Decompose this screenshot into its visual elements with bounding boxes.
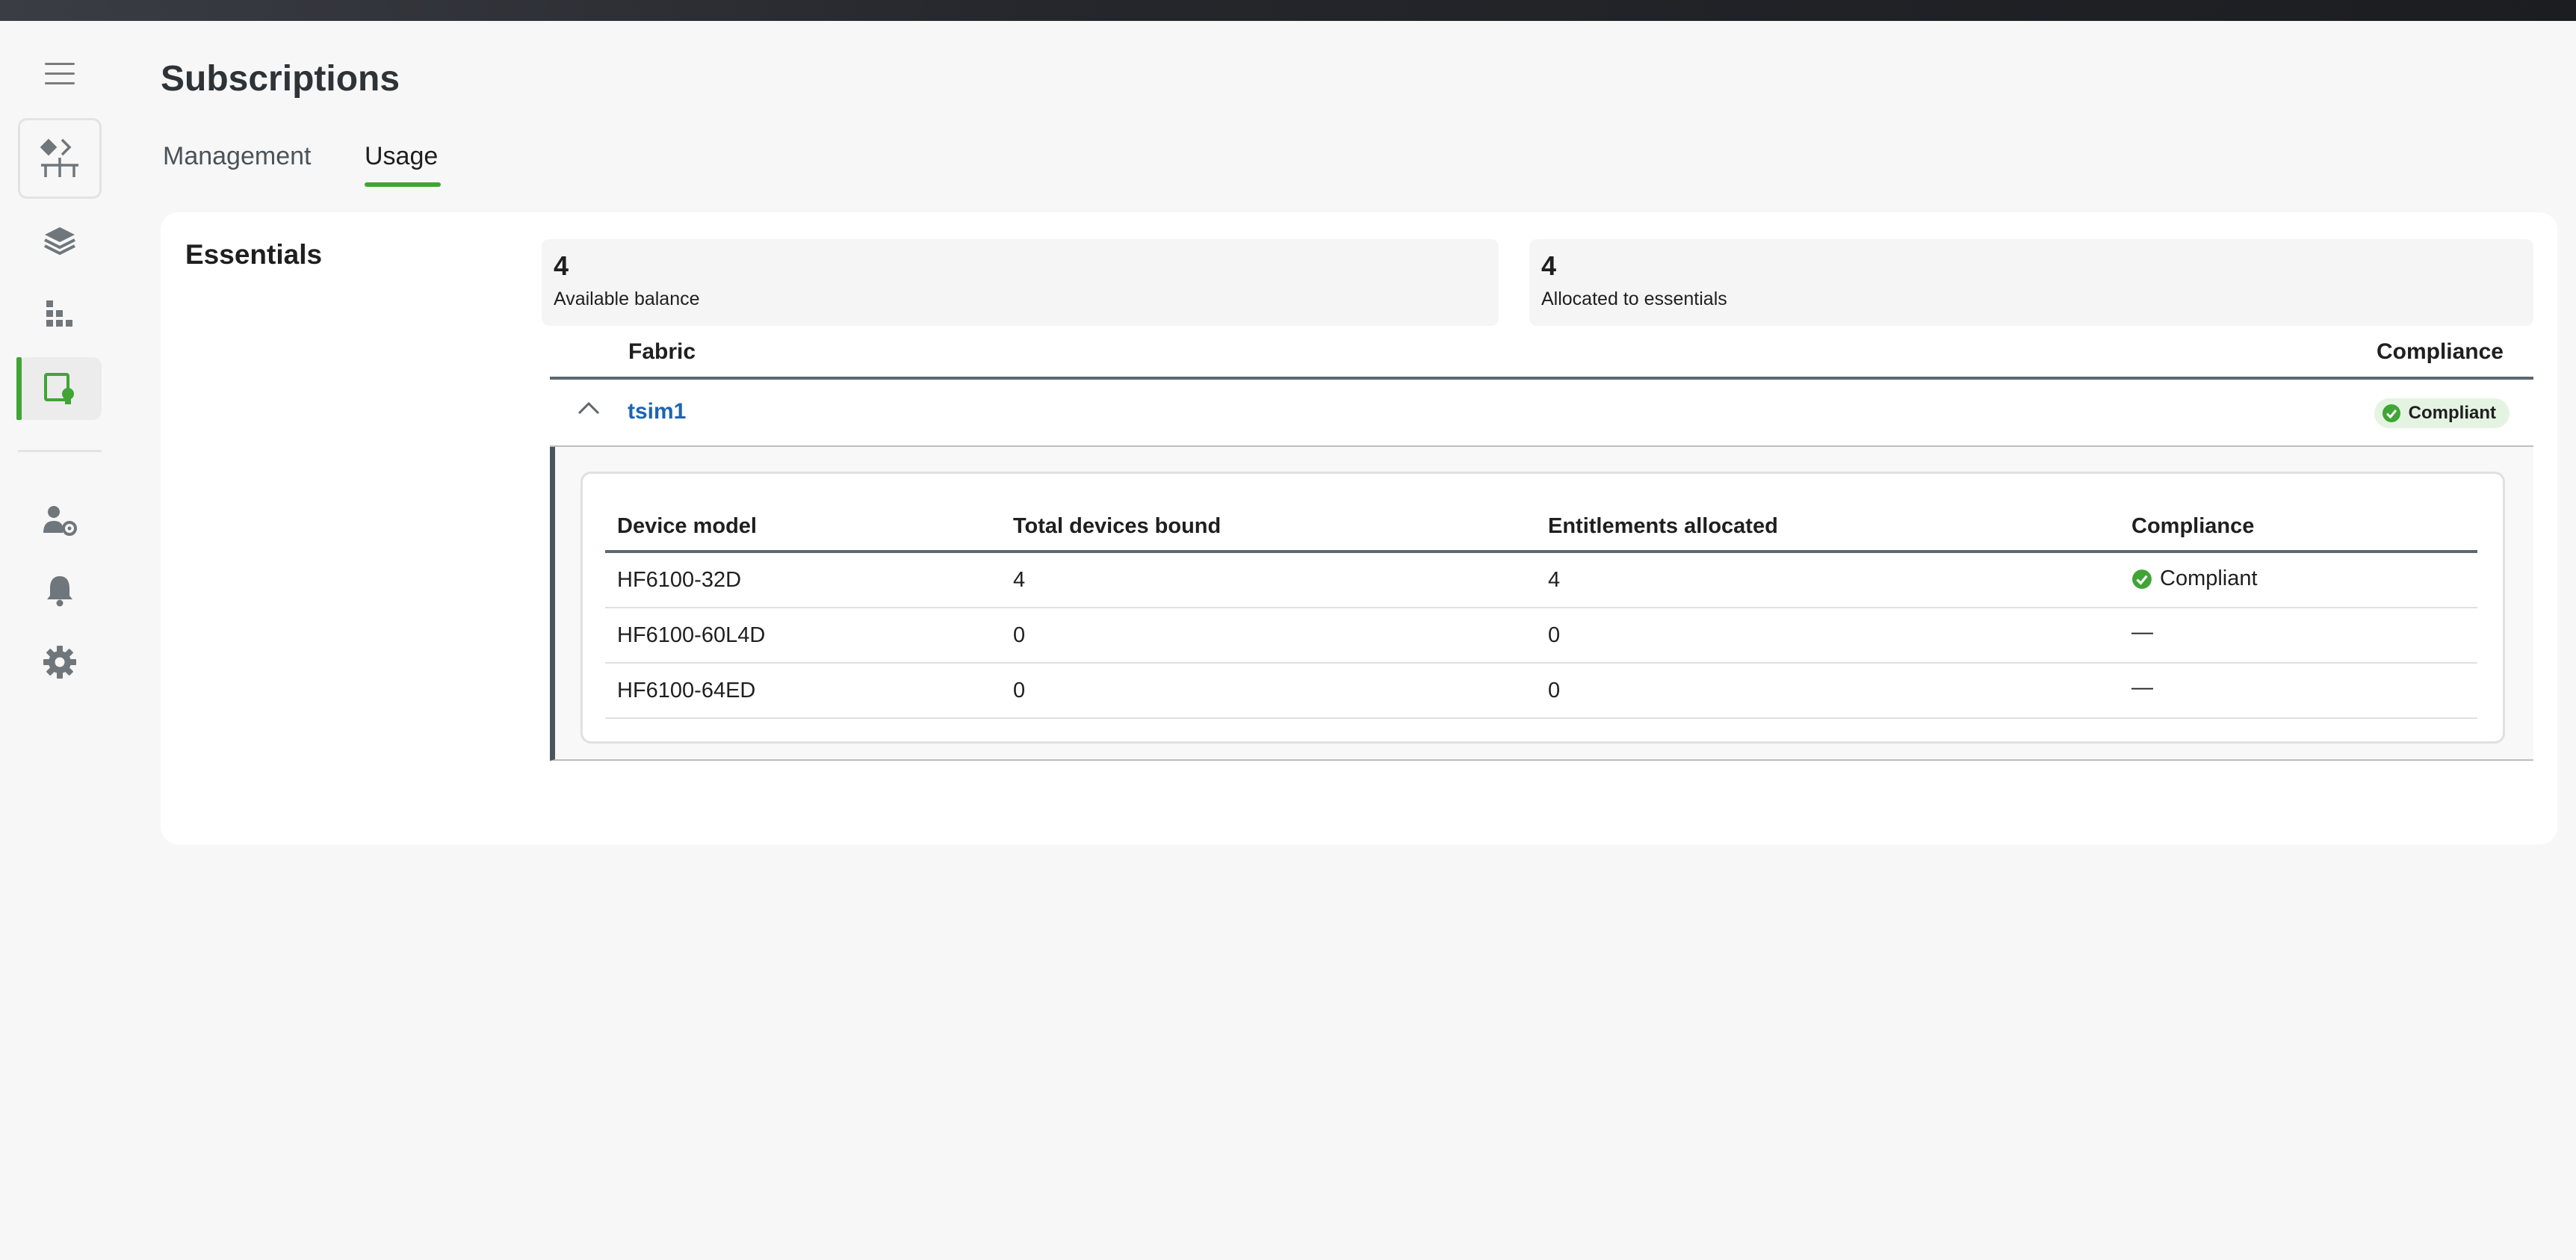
fabric-column-header: Fabric	[628, 339, 696, 364]
total-devices-cell: 0	[1013, 623, 1026, 647]
bell-icon	[45, 574, 75, 607]
device-model-header: Device model	[617, 514, 757, 538]
chevron-up-icon[interactable]	[577, 401, 601, 416]
compliance-cell: —	[2131, 676, 2153, 700]
allocated-value: 4	[1541, 250, 1557, 281]
total-devices-cell: 0	[1013, 679, 1026, 702]
entitlements-cell: 0	[1548, 623, 1561, 647]
top-bar	[0, 0, 2576, 21]
available-balance-value: 4	[554, 250, 569, 281]
gear-icon	[43, 645, 77, 679]
tab-active-underline	[365, 182, 441, 187]
fabric-row: tsim1 Compliant	[550, 380, 2533, 447]
compliance-badge-label: Compliant	[2408, 403, 2496, 423]
sidebar-item-inventory[interactable]	[18, 282, 102, 345]
fabric-table-header: Fabric Compliance	[550, 332, 2533, 380]
grid-blocks-icon	[45, 299, 75, 329]
tab-management[interactable]: Management	[163, 142, 311, 171]
compliance-badge: Compliant	[2374, 398, 2510, 428]
check-circle-icon	[2382, 404, 2401, 423]
sidebar-item-fabrics[interactable]	[18, 118, 102, 199]
hamburger-menu-icon[interactable]	[45, 63, 75, 87]
fabric-expanded-panel: Device model Total devices bound Entitle…	[550, 447, 2533, 761]
sidebar-item-user-settings[interactable]	[18, 489, 102, 552]
allocated-label: Allocated to essentials	[1541, 288, 1727, 309]
layers-icon	[43, 226, 76, 256]
sidebar-item-subscriptions[interactable]	[18, 357, 102, 420]
compliance-text: Compliant	[2160, 566, 2258, 590]
device-table-container: Device model Total devices bound Entitle…	[580, 472, 2505, 744]
fabric-topology-icon	[38, 137, 81, 180]
total-devices-header: Total devices bound	[1013, 514, 1222, 538]
sidebar-item-layers[interactable]	[18, 209, 102, 272]
entitlements-cell: 4	[1548, 568, 1561, 592]
available-balance-stat: 4 Available balance	[542, 239, 1499, 326]
sidebar-item-settings[interactable]	[18, 631, 102, 694]
active-indicator	[16, 357, 22, 420]
total-devices-cell: 4	[1013, 568, 1026, 592]
essentials-title: Essentials	[185, 239, 323, 270]
subscription-certificate-icon	[43, 372, 76, 405]
device-table-header: Device model Total devices bound Entitle…	[605, 504, 2477, 553]
check-circle-icon	[2131, 569, 2152, 590]
page-title: Subscriptions	[161, 59, 400, 99]
essentials-card: Essentials 4 Available balance 4 Allocat…	[161, 212, 2557, 844]
allocated-stat: 4 Allocated to essentials	[1529, 239, 2533, 326]
device-compliance-header: Compliance	[2131, 514, 2255, 538]
device-model-cell: HF6100-60L4D	[617, 623, 766, 647]
tab-usage[interactable]: Usage	[365, 142, 438, 171]
table-row: HF6100-64ED 0 0 —	[605, 664, 2477, 719]
device-model-cell: HF6100-64ED	[617, 679, 756, 702]
compliance-cell: Compliant	[2131, 566, 2258, 591]
compliance-column-header: Compliance	[2376, 339, 2504, 364]
entitlements-header: Entitlements allocated	[1548, 514, 1778, 538]
table-row: HF6100-32D 4 4 Compliant	[605, 553, 2477, 608]
compliance-cell: —	[2131, 620, 2153, 644]
sidebar-nav	[0, 21, 120, 1260]
sidebar-divider	[18, 450, 102, 452]
user-settings-icon	[42, 504, 78, 536]
available-balance-label: Available balance	[554, 288, 700, 309]
table-row: HF6100-60L4D 0 0 —	[605, 608, 2477, 664]
device-model-cell: HF6100-32D	[617, 568, 742, 592]
fabric-link[interactable]: tsim1	[628, 399, 686, 424]
sidebar-item-notifications[interactable]	[18, 559, 102, 622]
entitlements-cell: 0	[1548, 679, 1561, 702]
